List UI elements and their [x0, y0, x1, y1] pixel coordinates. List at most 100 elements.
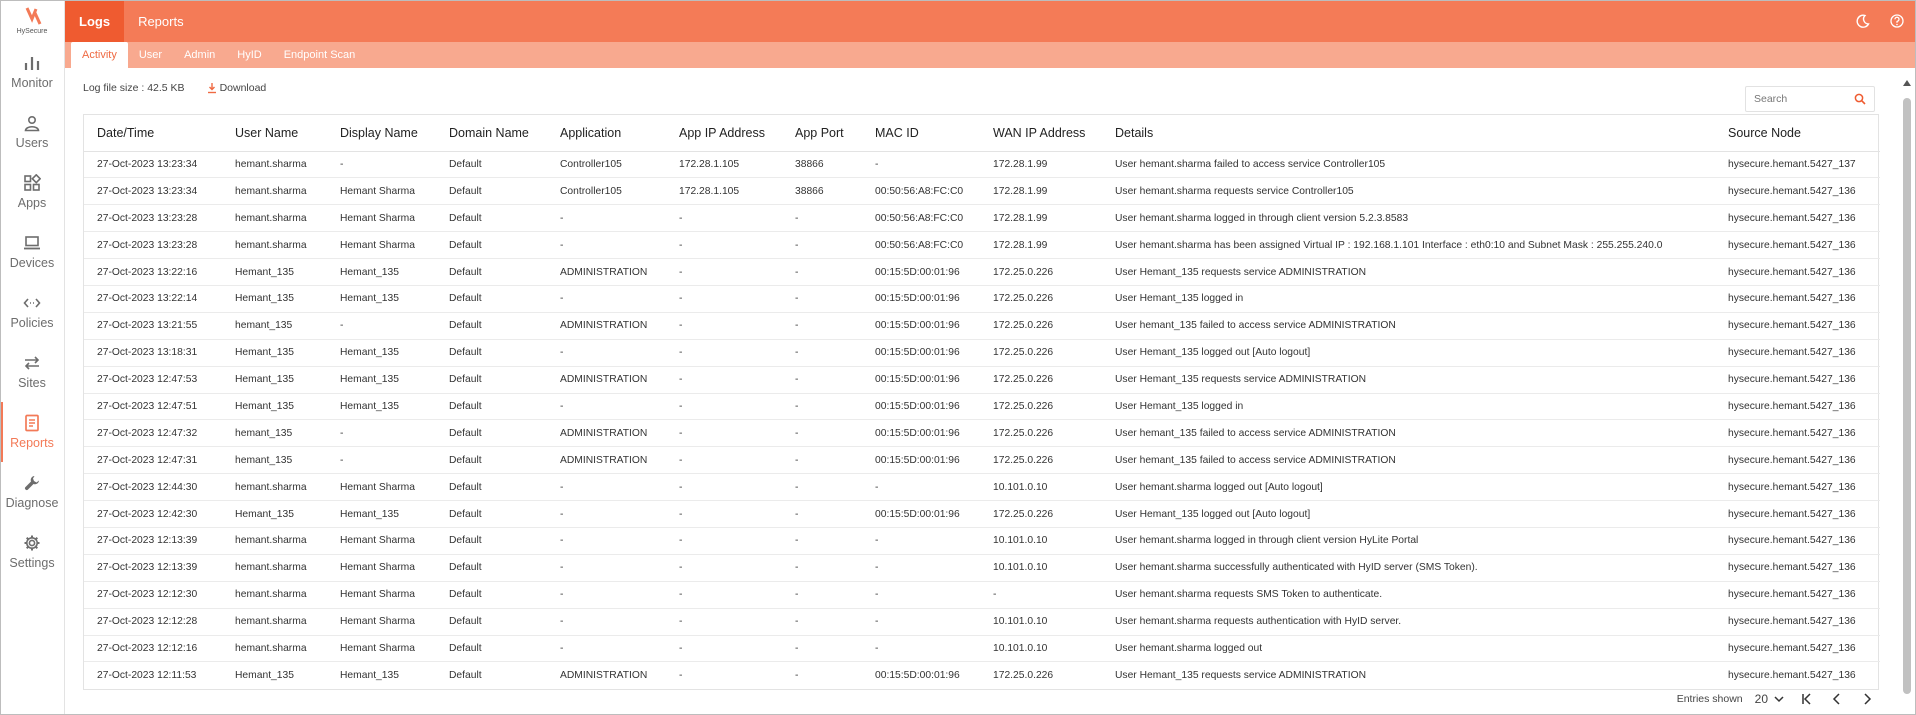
table-cell: Hemant Sharma	[327, 581, 436, 609]
table-cell: 00:15:5D:00:01:96	[875, 670, 960, 682]
table-cell: Default	[436, 258, 547, 286]
table-cell: 00:15:5D:00:01:96	[862, 500, 980, 528]
user-icon	[24, 115, 40, 132]
table-cell: User hemant.sharma has been assigned Vir…	[1102, 231, 1715, 260]
subtab-endpoint-scan[interactable]: Endpoint Scan	[273, 42, 367, 68]
scrollbar-thumb[interactable]	[1903, 98, 1911, 694]
table-row[interactable]: 27-Oct-2023 12:12:16 hemant.sharma Hemant …	[84, 635, 1880, 663]
table-row[interactable]: 27-Oct-2023 12:47:53 Hemant_135 Hemant_135…	[84, 366, 1880, 394]
table-cell: -	[666, 500, 782, 528]
sidebar-item-users[interactable]: Users	[0, 102, 64, 162]
table-cell: 00:15:5D:00:01:96	[862, 366, 980, 394]
first-page-button[interactable]	[1796, 689, 1818, 709]
table-cell: -	[327, 312, 436, 340]
subtab-user[interactable]: User	[128, 42, 173, 68]
table-cell: User Hemant_135 requests service ADMINIS…	[1102, 366, 1715, 394]
column-header-domain-name[interactable]: Domain Name	[436, 115, 547, 152]
sidebar-item-sites[interactable]: Sites	[0, 342, 64, 402]
subtab-activity[interactable]: Activity	[71, 42, 128, 68]
table-row[interactable]: 27-Oct-2023 13:22:14 Hemant_135 Hemant_135…	[84, 285, 1880, 313]
table-cell: Default	[436, 312, 547, 340]
entries-select[interactable]: 20	[1751, 692, 1788, 706]
next-page-button[interactable]	[1856, 689, 1878, 709]
table-row[interactable]: 27-Oct-2023 13:23:28 hemant.sharma Hemant …	[84, 204, 1880, 233]
table-cell: 00:50:56:A8:FC:C0	[862, 177, 980, 206]
table-row[interactable]: 27-Oct-2023 13:23:34 hemant.sharma Hemant …	[84, 177, 1880, 206]
table-cell: 10.101.0.10	[980, 635, 1102, 663]
table-cell: User Hemant_135 logged in	[1102, 285, 1715, 313]
sidebar-item-diagnose[interactable]: Diagnose	[0, 462, 64, 522]
subtab-hyid[interactable]: HyID	[226, 42, 272, 68]
sidebar-item-monitor[interactable]: Monitor	[0, 42, 64, 102]
table-cell: hemant_135	[222, 312, 327, 340]
theme-toggle-moon-icon[interactable]	[1856, 14, 1870, 28]
table-cell: -	[862, 635, 980, 663]
table-row[interactable]: 27-Oct-2023 12:47:32 hemant_135- Default AD…	[84, 419, 1880, 448]
table-cell: hemant.sharma	[222, 554, 327, 582]
vertical-scrollbar[interactable]	[1902, 78, 1912, 715]
table-row[interactable]: 27-Oct-2023 13:23:34 hemant.sharma - Defaul…	[84, 151, 1880, 179]
sidebar-item-settings[interactable]: Settings	[0, 522, 64, 582]
search-input[interactable]	[1754, 93, 1854, 105]
table-row[interactable]: 27-Oct-2023 12:13:39 hemant.sharma Hemant …	[84, 527, 1880, 555]
column-header-display-name[interactable]: Display Name	[327, 115, 436, 152]
sidebar-item-devices[interactable]: Devices	[0, 222, 64, 282]
table-cell: 27-Oct-2023 13:22:14	[84, 285, 222, 313]
table-cell: 172.25.0.226	[980, 339, 1102, 367]
download-button[interactable]: Download	[207, 82, 266, 94]
search-box	[1745, 86, 1875, 112]
column-header-app-ip-address[interactable]: App IP Address	[666, 115, 782, 152]
table-row[interactable]: 27-Oct-2023 12:11:53 Hemant_135 Hemant_135…	[84, 662, 1880, 689]
table-cell: User Hemant_135 logged in	[1102, 393, 1715, 421]
scroll-up-icon[interactable]	[1902, 78, 1912, 88]
sidebar: HySecure Monitor Users Apps Devices Policies…	[0, 0, 65, 715]
table-cell: Hemant_135	[235, 670, 294, 682]
table-cell: hemant.sharma	[222, 608, 327, 636]
table-row[interactable]: 27-Oct-2023 12:12:30 hemant.sharma Hemant …	[84, 581, 1880, 609]
table-row[interactable]: 27-Oct-2023 13:23:28 hemant.sharma Hemant …	[84, 231, 1880, 260]
table-row[interactable]: 27-Oct-2023 13:21:55 hemant_135- Default AD…	[84, 312, 1880, 340]
sidebar-item-policies[interactable]: Policies	[0, 282, 64, 342]
table-row[interactable]: 27-Oct-2023 13:18:31 Hemant_135 Hemant_135…	[84, 339, 1880, 367]
sidebar-item-label: Sites	[18, 376, 46, 390]
column-header-application[interactable]: Application	[547, 115, 666, 152]
subtab-admin[interactable]: Admin	[173, 42, 226, 68]
column-header-wan-ip-address[interactable]: WAN IP Address	[980, 115, 1102, 152]
sidebar-item-apps[interactable]: Apps	[0, 162, 64, 222]
prev-page-button[interactable]	[1826, 689, 1848, 709]
tab-logs[interactable]: Logs	[65, 0, 125, 42]
gear-icon	[24, 535, 40, 551]
report-icon	[25, 414, 39, 432]
table-cell: hemant.sharma	[222, 204, 327, 233]
sidebar-item-reports[interactable]: Reports	[0, 402, 64, 462]
column-header-mac-id[interactable]: MAC ID	[862, 115, 980, 152]
help-icon[interactable]	[1890, 14, 1904, 28]
table-cell: User Hemant_135 requests service ADMINIS…	[1102, 258, 1715, 286]
table-cell: -	[782, 581, 862, 609]
table-cell: hysecure.hemant.5427_136	[1715, 608, 1880, 636]
table-cell: -	[782, 231, 862, 260]
table-row[interactable]: 27-Oct-2023 12:47:51 Hemant_135 Hemant_135…	[84, 393, 1880, 421]
table-row[interactable]: 27-Oct-2023 12:44:30 hemant.sharma Hemant …	[84, 473, 1880, 502]
table-row[interactable]: 27-Oct-2023 12:13:39 hemant.sharma Hemant …	[84, 554, 1880, 582]
table-cell: -	[862, 151, 980, 179]
table-row[interactable]: 27-Oct-2023 12:47:31 hemant_135- Default AD…	[84, 446, 1880, 475]
column-header-details[interactable]: Details	[1102, 115, 1715, 152]
column-header-source-node[interactable]: Source Node	[1715, 115, 1880, 152]
table-cell: 172.25.0.226	[980, 258, 1102, 286]
table-cell: 27-Oct-2023 13:23:28	[84, 204, 222, 233]
table-row[interactable]: 27-Oct-2023 12:12:28 hemant.sharma Hemant …	[84, 608, 1880, 636]
swap-arrows-icon	[24, 356, 40, 370]
table-cell: Hemant Sharma	[327, 554, 436, 582]
table-cell: -	[666, 285, 782, 313]
table-row[interactable]: 27-Oct-2023 12:42:30 Hemant_135 Hemant_135…	[84, 500, 1880, 528]
table-row[interactable]: 27-Oct-2023 13:22:16 Hemant_135 Hemant_135…	[84, 258, 1880, 286]
search-icon[interactable]	[1854, 93, 1866, 105]
tab-reports[interactable]: Reports	[124, 0, 198, 42]
table-cell: hysecure.hemant.5427_136	[1715, 473, 1880, 502]
table-cell: 172.25.0.226	[980, 419, 1102, 448]
column-header-user-name[interactable]: User Name	[222, 115, 327, 152]
table-cell: hysecure.hemant.5427_136	[1715, 446, 1880, 475]
column-header-app-port[interactable]: App Port	[782, 115, 862, 152]
column-header-date-time[interactable]: Date/Time	[84, 115, 222, 152]
